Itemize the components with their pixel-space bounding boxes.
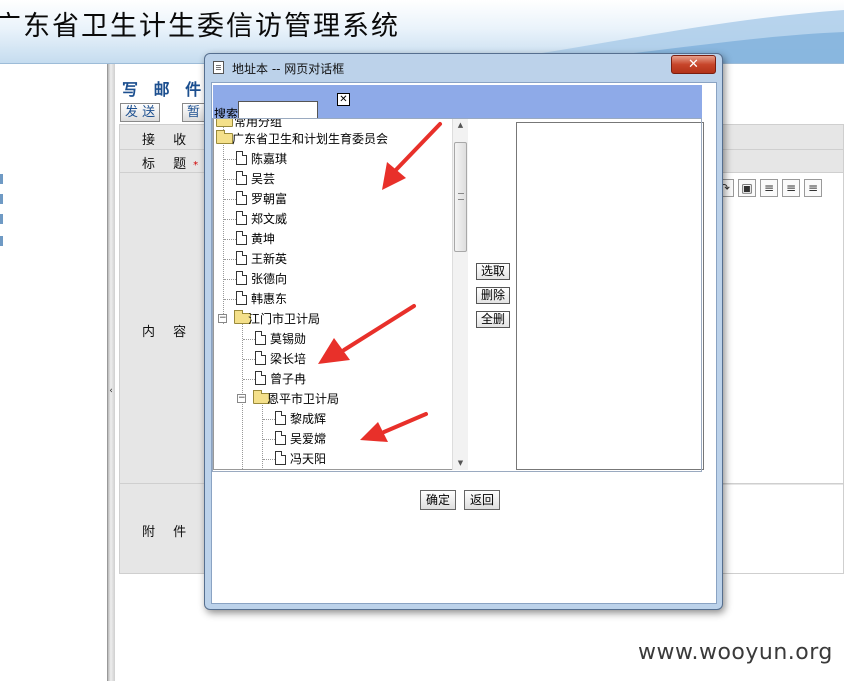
editor-toolbar: ↷ ▣ ≡ ≡ ≡ [716, 179, 822, 201]
selected-recipients-list[interactable] [516, 122, 704, 470]
attachment-label: 附 件 [142, 525, 194, 540]
scroll-grip [458, 193, 464, 200]
annotation-arrow [318, 304, 416, 364]
contact-icon [275, 451, 286, 465]
select-button[interactable]: 选取 [476, 263, 510, 280]
tree-item-label: 冯天阳 [290, 452, 327, 466]
collapse-arrow-icon[interactable]: ‹ [108, 380, 114, 402]
tree-item-label: 恩平市卫计局 [267, 392, 340, 406]
contact-icon [236, 211, 247, 225]
scroll-thumb[interactable] [454, 142, 467, 252]
tree-item-label: 韩惠东 [251, 292, 288, 306]
contact-icon [236, 151, 247, 165]
panel-splitter[interactable] [107, 64, 115, 681]
save-draft-button[interactable]: 暂 [182, 103, 206, 122]
tree-connector [224, 259, 236, 260]
tree-connector [224, 219, 236, 220]
annotation-arrow [360, 412, 428, 442]
tree-item-label: 吴爱嫦 [290, 432, 327, 446]
back-button[interactable]: 返回 [464, 490, 501, 510]
watermark: www.wooyun.org [638, 640, 833, 665]
dialog-body: 搜索 ✕ 常用分组 广东省卫生和计划生育委员会 陈嘉琪 吴芸 罗朝富 郑文威 黄… [211, 82, 717, 604]
close-button[interactable]: ✕ [671, 55, 716, 74]
contact-icon [236, 271, 247, 285]
collapse-icon[interactable]: − [218, 314, 227, 323]
page-icon [213, 61, 224, 74]
tree-item-label: 梁长培 [270, 352, 307, 366]
insert-image-icon[interactable]: ▣ [738, 179, 756, 197]
send-button[interactable]: 发 送 [120, 103, 161, 122]
close-icon: ✕ [688, 57, 699, 72]
contact-icon [236, 171, 247, 185]
tree-connector [224, 159, 236, 160]
left-nav-panel [0, 64, 108, 681]
tree-scrollbar[interactable]: ▲ ▼ [452, 118, 468, 470]
tree-connector [263, 459, 275, 460]
contact-icon [255, 351, 266, 365]
contact-icon [236, 231, 247, 245]
delete-button[interactable]: 删除 [476, 287, 510, 304]
contact-icon [236, 291, 247, 305]
tree-connector [224, 279, 236, 280]
align-right-icon[interactable]: ≡ [804, 179, 822, 197]
contact-icon [255, 371, 266, 385]
app-title: 广东省卫生计生委信访管理系统 [0, 11, 400, 42]
nav-marker [0, 214, 3, 224]
annotation-arrow [382, 122, 442, 190]
dialog-titlebar[interactable]: 地址本 -- 网页对话框 ✕ [205, 54, 722, 82]
compose-title: 写 邮 件 [122, 80, 207, 99]
tree-item-label: 罗朝富 [251, 192, 288, 206]
tree-item-label: 张德向 [251, 272, 288, 286]
tree-connector [243, 359, 255, 360]
tree-item-label: 莫锡勋 [270, 332, 307, 346]
folder-icon [216, 130, 233, 144]
tree-item-label: 王新英 [251, 252, 288, 266]
tree-item-label: 黎成辉 [290, 412, 327, 426]
tree-item-label: 陈嘉琪 [251, 152, 288, 166]
search-bar: 搜索 ✕ [213, 85, 702, 121]
search-clear-icon[interactable]: ✕ [337, 93, 350, 106]
tree-item-label: 吴芸 [251, 172, 276, 186]
tree-connector [263, 419, 275, 420]
delete-all-button[interactable]: 全删 [476, 311, 510, 328]
contact-icon [236, 191, 247, 205]
tree-connector [224, 299, 236, 300]
tree-connector [243, 339, 255, 340]
align-center-icon[interactable]: ≡ [782, 179, 800, 197]
tree-item-label: 黄坤 [251, 232, 276, 246]
tree-connector [263, 439, 275, 440]
tree-connector [224, 179, 236, 180]
ok-button[interactable]: 确定 [420, 490, 457, 510]
align-left-icon[interactable]: ≡ [760, 179, 778, 197]
scroll-down-icon[interactable]: ▼ [453, 456, 468, 470]
dialog-title: 地址本 -- 网页对话框 [232, 62, 345, 76]
tree-item-label: 郑文威 [251, 212, 288, 226]
scroll-up-icon[interactable]: ▲ [453, 118, 468, 132]
content-label: 内 容 [142, 325, 194, 340]
tree-connector [224, 199, 236, 200]
contact-icon [275, 431, 286, 445]
folder-icon [216, 118, 233, 127]
nav-marker [0, 194, 3, 204]
subject-label: 标 题* [142, 157, 199, 172]
required-mark: * [193, 160, 199, 171]
tree-connector [243, 379, 255, 380]
contact-icon [275, 411, 286, 425]
tree-connector [223, 124, 224, 324]
nav-marker [0, 236, 3, 246]
contact-icon [236, 251, 247, 265]
tree-item-label: 曾子冉 [270, 372, 307, 386]
tree-item-label: 广东省卫生和计划生育委员会 [232, 132, 389, 146]
nav-marker [0, 174, 3, 184]
contact-icon [255, 331, 266, 345]
tree-connector [224, 239, 236, 240]
collapse-icon[interactable]: − [237, 394, 246, 403]
address-book-dialog: 地址本 -- 网页对话框 ✕ 搜索 ✕ 常用分组 广东省卫生和计划生育委员会 陈… [204, 53, 723, 610]
